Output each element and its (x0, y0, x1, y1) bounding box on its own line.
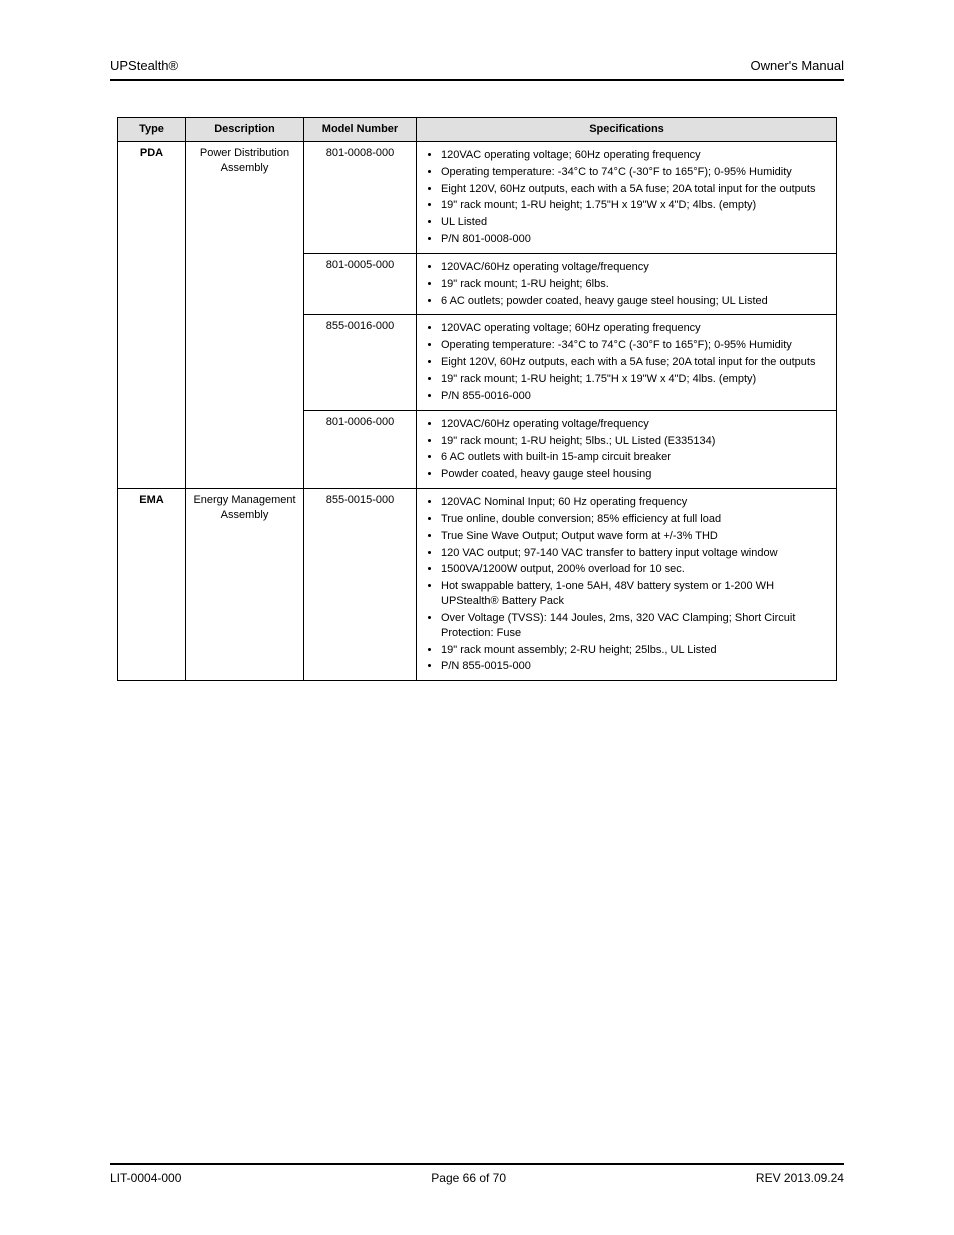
footer-center: Page 66 of 70 (431, 1171, 506, 1185)
spec-item: Over Voltage (TVSS): 144 Joules, 2ms, 32… (441, 611, 830, 641)
spec-item: UL Listed (441, 215, 830, 230)
spec-item: 19" rack mount; 1-RU height; 6lbs. (441, 277, 830, 292)
spec-item: 120VAC operating voltage; 60Hz operating… (441, 148, 830, 163)
spec-item: 120VAC Nominal Input; 60 Hz operating fr… (441, 495, 830, 510)
spec-item: 19" rack mount assembly; 2-RU height; 25… (441, 643, 830, 658)
spec-item: 120VAC operating voltage; 60Hz operating… (441, 321, 830, 336)
spec-item: 6 AC outlets; powder coated, heavy gauge… (441, 294, 830, 309)
spec-item: True Sine Wave Output; Output wave form … (441, 529, 830, 544)
document-page: UPStealth® Owner's Manual Type Descripti… (0, 0, 954, 1235)
footer-left: LIT-0004-000 (110, 1171, 181, 1185)
table-row: EMA Energy Management Assembly 855-0015-… (118, 489, 837, 681)
spec-item: Eight 120V, 60Hz outputs, each with a 5A… (441, 355, 830, 370)
spec-item: Hot swappable battery, 1-one 5AH, 48V ba… (441, 579, 830, 609)
spec-item: True online, double conversion; 85% effi… (441, 512, 830, 527)
cell-specs: 120VAC operating voltage; 60Hz operating… (417, 315, 837, 410)
cell-type: PDA (118, 141, 186, 488)
spec-item: 19" rack mount; 1-RU height; 1.75"H x 19… (441, 372, 830, 387)
cell-model: 801-0008-000 (304, 141, 417, 253)
header-left: UPStealth® (110, 58, 178, 73)
cell-model: 855-0015-000 (304, 489, 417, 681)
table-row: PDA Power Distribution Assembly 801-0008… (118, 141, 837, 253)
spec-item: 120VAC/60Hz operating voltage/frequency (441, 260, 830, 275)
spec-item: Powder coated, heavy gauge steel housing (441, 467, 830, 482)
col-model-number: Model Number (304, 118, 417, 142)
header-right: Owner's Manual (750, 58, 844, 73)
cell-model: 855-0016-000 (304, 315, 417, 410)
spec-item: 120VAC/60Hz operating voltage/frequency (441, 417, 830, 432)
cell-description: Energy Management Assembly (186, 489, 304, 681)
spec-item: 19" rack mount; 1-RU height; 5lbs.; UL L… (441, 434, 830, 449)
spec-item: 120 VAC output; 97-140 VAC transfer to b… (441, 546, 830, 561)
spec-item: Operating temperature: -34°C to 74°C (-3… (441, 338, 830, 353)
spec-item: Operating temperature: -34°C to 74°C (-3… (441, 165, 830, 180)
spec-item: P/N 801-0008-000 (441, 232, 830, 247)
col-specifications: Specifications (417, 118, 837, 142)
cell-specs: 120VAC/60Hz operating voltage/frequency … (417, 410, 837, 488)
cell-type: EMA (118, 489, 186, 681)
cell-model: 801-0005-000 (304, 253, 417, 315)
cell-specs: 120VAC Nominal Input; 60 Hz operating fr… (417, 489, 837, 681)
table-header-row: Type Description Model Number Specificat… (118, 118, 837, 142)
spec-item: 6 AC outlets with built-in 15-amp circui… (441, 450, 830, 465)
cell-description: Power Distribution Assembly (186, 141, 304, 488)
spec-item: P/N 855-0015-000 (441, 659, 830, 674)
spec-item: P/N 855-0016-000 (441, 389, 830, 404)
col-description: Description (186, 118, 304, 142)
col-type: Type (118, 118, 186, 142)
footer-right: REV 2013.09.24 (756, 1171, 844, 1185)
page-header: UPStealth® Owner's Manual (110, 58, 844, 81)
spec-item: Eight 120V, 60Hz outputs, each with a 5A… (441, 182, 830, 197)
spec-item: 1500VA/1200W output, 200% overload for 1… (441, 562, 830, 577)
cell-specs: 120VAC/60Hz operating voltage/frequency … (417, 253, 837, 315)
cell-model: 801-0006-000 (304, 410, 417, 488)
spec-table: Type Description Model Number Specificat… (117, 117, 837, 681)
cell-specs: 120VAC operating voltage; 60Hz operating… (417, 141, 837, 253)
page-footer: LIT-0004-000 Page 66 of 70 REV 2013.09.2… (110, 1163, 844, 1185)
spec-item: 19" rack mount; 1-RU height; 1.75"H x 19… (441, 198, 830, 213)
